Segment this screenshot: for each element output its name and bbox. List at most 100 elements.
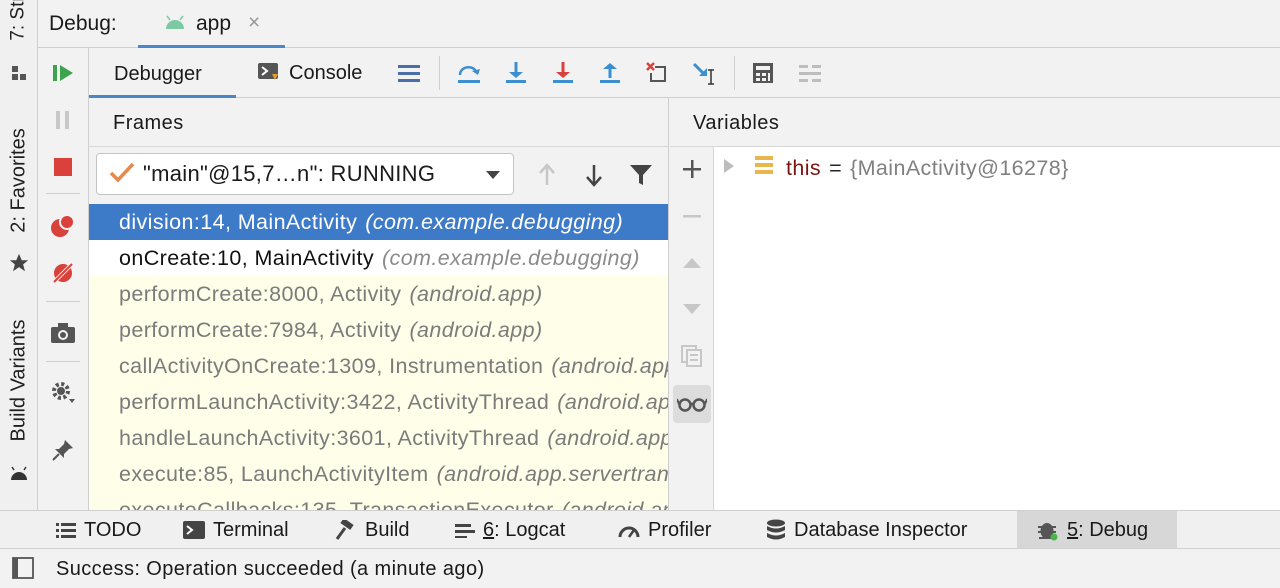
todo-tool-tab[interactable]: TODO: [46, 511, 151, 549]
frame-row[interactable]: performCreate:7984, Activity (android.ap…: [89, 312, 668, 348]
debug-bug-icon: [1037, 519, 1059, 541]
stop-icon[interactable]: [47, 151, 79, 183]
run-to-cursor-icon[interactable]: [688, 58, 720, 88]
frame-method: performLaunchActivity:3422, ActivityThre…: [119, 389, 550, 414]
tab-console-label: Console: [289, 61, 363, 84]
frame-package: (com.example.debugging): [365, 209, 624, 234]
frame-row[interactable]: executeCallbacks:135, TransactionExecuto…: [89, 492, 668, 511]
remove-watch-icon[interactable]: [676, 200, 708, 232]
frame-method: performCreate:7984, Activity: [119, 317, 402, 342]
separator: [439, 56, 440, 90]
favorites-tool-tab[interactable]: 2: Favorites: [0, 110, 38, 250]
variables-panel-title: Variables: [693, 112, 780, 134]
pin-icon[interactable]: [47, 434, 79, 466]
frame-package: (android.app): [409, 317, 543, 342]
duplicate-watch-icon[interactable]: [676, 340, 708, 372]
app-session-tab[interactable]: app ×: [138, 0, 285, 49]
variable-value: {MainActivity@16278}: [850, 155, 1069, 180]
terminal-tool-tab[interactable]: Terminal: [173, 511, 299, 549]
app-session-label: app: [196, 12, 232, 35]
next-frame-icon[interactable]: [579, 160, 609, 190]
step-over-icon[interactable]: [453, 58, 485, 88]
database-inspector-tool-tab[interactable]: Database Inspector: [756, 511, 977, 549]
frame-row[interactable]: performLaunchActivity:3422, ActivityThre…: [89, 384, 669, 420]
android-icon: [0, 462, 38, 486]
tab-debugger[interactable]: Debugger: [89, 48, 236, 99]
move-up-icon[interactable]: [676, 247, 708, 279]
frame-method: handleLaunchActivity:3601, ActivityThrea…: [119, 425, 540, 450]
divider: [89, 146, 668, 147]
resume-program-icon[interactable]: [47, 57, 79, 89]
terminal-icon: [183, 521, 205, 539]
logcat-tool-tab[interactable]: 6 : Logcat: [445, 511, 575, 549]
tool-windows-toggle-icon[interactable]: [12, 557, 34, 579]
drop-frame-icon[interactable]: [641, 58, 673, 88]
gauge-icon: [618, 521, 640, 539]
frame-method: performCreate:8000, Activity: [119, 281, 402, 306]
add-watch-icon[interactable]: [676, 153, 708, 185]
separator: [46, 361, 80, 362]
debug-action-column: [38, 48, 89, 510]
status-message: Success: Operation succeeded (a minute a…: [56, 558, 485, 580]
gear-icon[interactable]: [47, 376, 79, 408]
list-icon[interactable]: [393, 58, 425, 88]
variable-equals: =: [829, 155, 843, 180]
variable-name: this: [786, 155, 822, 180]
chevron-down-icon: [485, 168, 501, 186]
favorites-tool-label: 2: Favorites: [7, 127, 30, 233]
frame-method: executeCallbacks:135, TransactionExecuto…: [119, 497, 554, 511]
frame-row[interactable]: execute:85, LaunchActivityItem (android.…: [89, 456, 669, 492]
database-icon: [766, 519, 786, 541]
debug-tool-label: : Debug: [1078, 518, 1149, 541]
debug-window-title: Debug:: [49, 12, 117, 35]
evaluate-expression-icon[interactable]: [747, 58, 779, 88]
frame-package: (android.app): [551, 353, 668, 378]
status-bar: Success: Operation succeeded (a minute a…: [0, 548, 1280, 588]
structure-icon[interactable]: [0, 60, 38, 86]
bottom-tool-window-bar: TODO Terminal Build 6 : Logcat Profiler …: [0, 510, 1280, 549]
mute-breakpoints-icon[interactable]: [47, 257, 79, 289]
frame-package: (android.app): [557, 389, 669, 414]
frame-method: division:14, MainActivity: [119, 209, 358, 234]
step-into-icon[interactable]: [500, 58, 532, 88]
debug-tool-tab[interactable]: 5 : Debug: [1017, 511, 1177, 549]
filter-icon[interactable]: [626, 160, 656, 190]
tab-console[interactable]: Console: [257, 48, 362, 98]
view-breakpoints-icon[interactable]: [47, 210, 79, 242]
force-step-into-icon[interactable]: [547, 58, 579, 88]
debug-window-header: Debug: app ×: [38, 0, 1280, 49]
thread-selector-dropdown[interactable]: "main"@15,7…n": RUNNING: [96, 153, 514, 195]
frame-row[interactable]: callActivityOnCreate:1309, Instrumentati…: [89, 348, 668, 384]
frame-package: (android.app.servertransaction): [436, 461, 669, 486]
build-tool-tab[interactable]: Build: [325, 511, 419, 549]
profiler-tool-tab[interactable]: Profiler: [608, 511, 721, 549]
close-icon[interactable]: ×: [248, 11, 260, 35]
object-field-icon: [754, 154, 774, 182]
frame-row[interactable]: performCreate:8000, Activity (android.ap…: [89, 276, 668, 312]
step-out-icon[interactable]: [594, 58, 626, 88]
inline-watches-glasses-icon[interactable]: [673, 385, 711, 423]
tab-debugger-label: Debugger: [114, 63, 202, 85]
frame-package: (android.app.servertransaction): [561, 497, 668, 511]
previous-frame-icon[interactable]: [532, 160, 562, 190]
camera-icon[interactable]: [47, 317, 79, 349]
separator: [46, 193, 80, 194]
frame-row[interactable]: onCreate:10, MainActivity (com.example.d…: [89, 240, 668, 276]
expand-arrow-icon[interactable]: [722, 156, 736, 181]
frame-package: (android.app): [409, 281, 543, 306]
frame-package: (android.app): [547, 425, 669, 450]
star-icon: [0, 250, 38, 276]
structure-tool-tab[interactable]: 7: Str: [0, 0, 38, 56]
build-variants-tool-label: Build Variants: [7, 319, 30, 441]
frame-method: callActivityOnCreate:1309, Instrumentati…: [119, 353, 544, 378]
frames-panel-title: Frames: [113, 112, 184, 134]
frame-row[interactable]: division:14, MainActivity (com.example.d…: [89, 204, 668, 240]
move-down-icon[interactable]: [676, 293, 708, 325]
build-tool-label: Build: [365, 518, 410, 541]
trace-icon[interactable]: [794, 58, 826, 88]
variable-row[interactable]: this = {MainActivity@16278}: [722, 152, 1069, 184]
logcat-icon: [455, 522, 475, 538]
frame-row[interactable]: handleLaunchActivity:3601, ActivityThrea…: [89, 420, 669, 456]
build-variants-tool-tab[interactable]: Build Variants: [0, 300, 38, 460]
pause-program-icon[interactable]: [47, 104, 79, 136]
